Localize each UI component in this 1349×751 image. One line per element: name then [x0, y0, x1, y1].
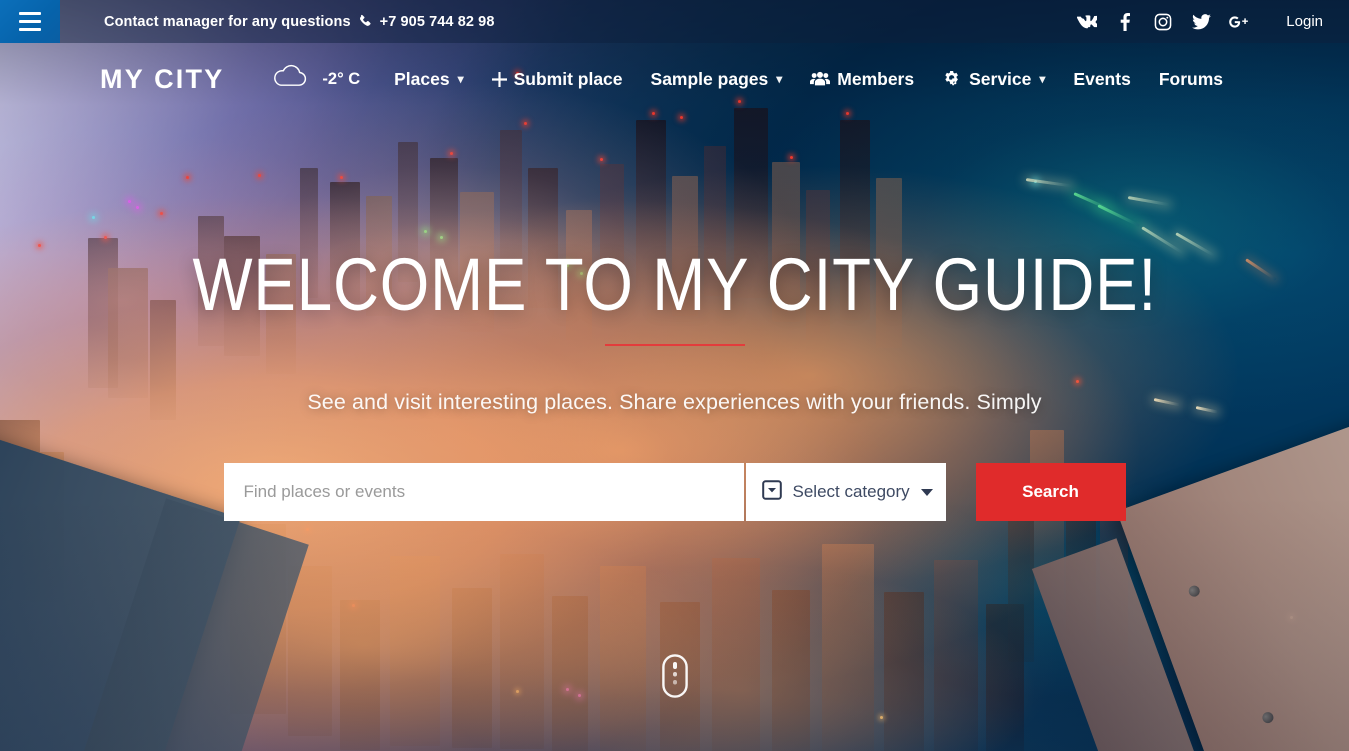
nav-item-service[interactable]: Service ▾ — [928, 43, 1059, 115]
main-navigation: MY CITY -2° C Places ▾ Submit place Samp… — [0, 43, 1349, 115]
vk-icon[interactable] — [1068, 0, 1106, 43]
login-link[interactable]: Login — [1278, 13, 1331, 30]
select-box-icon — [761, 479, 782, 505]
nav-item-events[interactable]: Events — [1059, 43, 1144, 115]
nav-label: Service — [969, 68, 1032, 89]
twitter-icon[interactable] — [1182, 0, 1220, 43]
phone-number-link[interactable]: +7 905 744 82 98 — [380, 14, 495, 30]
nav-item-forums[interactable]: Forums — [1145, 43, 1237, 115]
chevron-down-icon — [920, 488, 933, 496]
hero-section: Contact manager for any questions +7 905… — [0, 0, 1349, 751]
instagram-icon[interactable] — [1144, 0, 1182, 43]
nav-label: Forums — [1158, 68, 1223, 89]
contact-info: Contact manager for any questions +7 905… — [104, 14, 495, 30]
nav-item-submit-place[interactable]: Submit place — [478, 43, 637, 115]
nav-label: Places — [394, 68, 450, 89]
cogs-icon — [942, 70, 962, 88]
contact-text: Contact manager for any questions — [104, 13, 351, 30]
chevron-down-icon: ▾ — [457, 72, 464, 86]
category-select-label: Select category — [792, 482, 910, 501]
nav-links: Places ▾ Submit place Sample pages ▾ Mem… — [380, 43, 1237, 115]
phone-icon — [358, 14, 373, 29]
mouse-scroll-icon[interactable] — [661, 654, 688, 703]
googleplus-icon[interactable] — [1220, 0, 1258, 43]
site-logo[interactable]: MY CITY — [100, 65, 224, 93]
nav-item-members[interactable]: Members — [796, 43, 928, 115]
category-select[interactable]: Select category — [745, 463, 946, 521]
search-button[interactable]: Search — [975, 463, 1126, 521]
nav-label: Sample pages — [650, 68, 769, 89]
plus-icon — [491, 71, 507, 87]
nav-label: Events — [1073, 68, 1131, 89]
top-bar: Contact manager for any questions +7 905… — [0, 0, 1349, 43]
nav-label: Members — [837, 68, 915, 89]
users-icon — [810, 71, 831, 87]
nav-label: Submit place — [513, 68, 623, 89]
top-bar-right: Login — [1068, 0, 1349, 43]
facebook-icon[interactable] — [1106, 0, 1144, 43]
nav-item-places[interactable]: Places ▾ — [380, 43, 478, 115]
chevron-down-icon: ▾ — [776, 72, 783, 86]
search-bar: Select category Search — [223, 463, 1126, 521]
temperature-value: -2° C — [322, 69, 361, 88]
weather-widget: -2° C — [270, 64, 360, 95]
search-input[interactable] — [223, 463, 744, 521]
hamburger-menu-icon[interactable] — [0, 0, 60, 43]
chevron-down-icon: ▾ — [1039, 72, 1046, 86]
nav-item-sample-pages[interactable]: Sample pages ▾ — [637, 43, 797, 115]
cloud-icon — [270, 64, 310, 95]
